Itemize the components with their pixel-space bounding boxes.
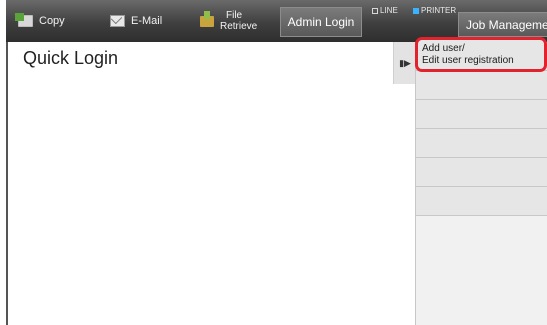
add-user-label: Add user/ Edit user registration [422,43,514,66]
admin-login-button[interactable]: Admin Login [280,7,362,37]
folder-icon [200,10,214,27]
printer-indicator-icon [413,7,419,14]
menu-item-empty [416,129,547,158]
file-retrieve-label: File Retrieve [220,10,258,32]
screen: Copy E-Mail File Retrieve Admin Login LI… [0,0,547,325]
line-status: LINE [372,6,398,15]
printer-status: PRINTER [413,6,456,15]
menu-item-empty [416,100,547,129]
page-title: Quick Login [23,48,119,68]
add-user-menu-item[interactable]: Add user/ Edit user registration [415,37,547,72]
menu-item-empty [416,158,547,187]
menu-item-empty [416,187,547,216]
email-tab[interactable]: E-Mail [110,0,162,42]
line-indicator-icon [372,7,378,14]
copy-icon [15,13,33,27]
job-management-button[interactable]: Job Management [458,12,547,37]
copy-tab[interactable]: Copy [15,0,65,42]
action-menu [415,42,547,325]
left-border [6,42,8,325]
envelope-icon [110,15,125,27]
collapse-menu-handle[interactable]: ▮▶ [393,42,416,84]
copy-label: Copy [39,15,65,27]
menu-item-empty [416,71,547,100]
arrow-right-icon: ▮▶ [399,57,411,68]
file-retrieve-tab[interactable]: File Retrieve [200,0,257,42]
email-label: E-Mail [131,15,163,27]
